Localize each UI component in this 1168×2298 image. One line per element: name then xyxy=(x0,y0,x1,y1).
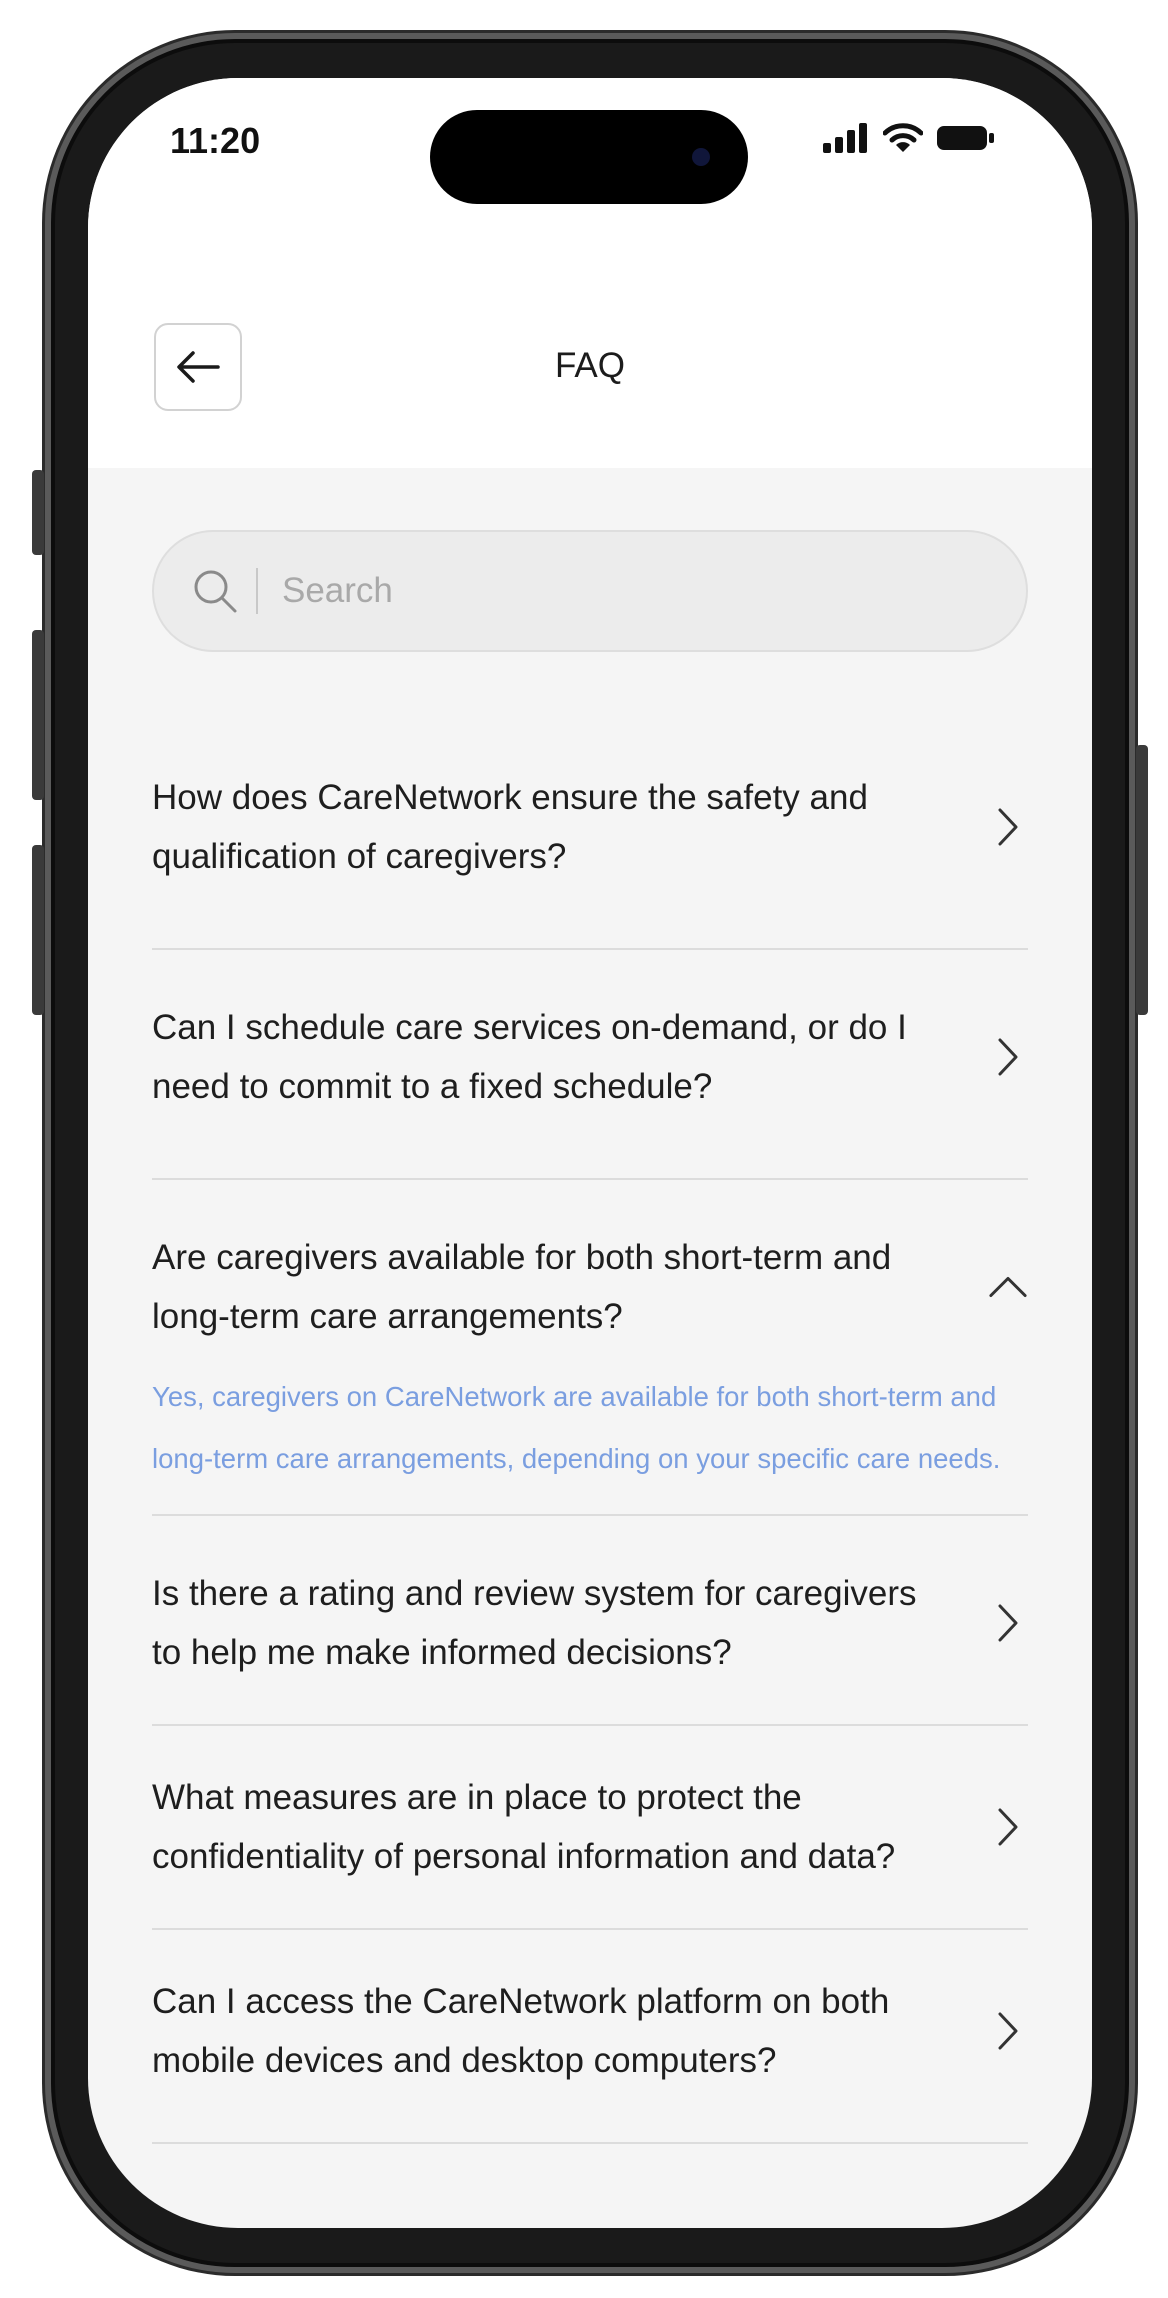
faq-item: Can I access the CareNetwork platform on… xyxy=(152,1930,1028,2144)
faq-item: What measures are in place to protect th… xyxy=(152,1726,1028,1930)
chevron-up-icon xyxy=(988,1275,1028,1299)
faq-list: How does CareNetwork ensure the safety a… xyxy=(152,708,1028,2144)
search-icon xyxy=(190,566,240,616)
page-title: FAQ xyxy=(554,346,626,385)
faq-question-row[interactable]: What measures are in place to protect th… xyxy=(152,1768,1028,1886)
volume-up-button xyxy=(32,630,44,800)
faq-item-expanded: Are caregivers available for both short-… xyxy=(152,1180,1028,1516)
status-bar: 11:20 xyxy=(88,78,1092,228)
header: FAQ xyxy=(88,228,1092,468)
wifi-icon xyxy=(883,123,923,152)
mute-switch xyxy=(32,470,44,555)
faq-question: What measures are in place to protect th… xyxy=(152,1778,896,1876)
dynamic-island xyxy=(430,110,748,204)
chevron-right-icon xyxy=(988,807,1028,847)
camera-icon xyxy=(692,148,710,166)
faq-question-row[interactable]: How does CareNetwork ensure the safety a… xyxy=(152,768,1028,886)
volume-down-button xyxy=(32,845,44,1015)
faq-question-row[interactable]: Is there a rating and review system for … xyxy=(152,1564,1028,1682)
screen: 11:20 FAQ Search How does CareNetwork en… xyxy=(88,78,1092,2228)
battery-icon xyxy=(937,126,994,150)
faq-question: Can I access the CareNetwork platform on… xyxy=(152,1982,890,2080)
faq-question-row[interactable]: Are caregivers available for both short-… xyxy=(152,1228,1028,1346)
faq-question-row[interactable]: Can I schedule care services on-demand, … xyxy=(152,998,1028,1116)
status-time: 11:20 xyxy=(170,120,261,161)
chevron-right-icon xyxy=(988,1603,1028,1643)
faq-question: Are caregivers available for both short-… xyxy=(152,1238,892,1336)
search-bar[interactable] xyxy=(152,530,1028,652)
chevron-right-icon xyxy=(988,1807,1028,1847)
search-divider xyxy=(256,568,258,614)
search-input[interactable] xyxy=(280,570,880,612)
status-icons xyxy=(823,118,995,158)
faq-answer: Yes, caregivers on CareNetwork are avail… xyxy=(152,1381,1001,1474)
faq-question: Is there a rating and review system for … xyxy=(152,1574,917,1672)
faq-item: Can I schedule care services on-demand, … xyxy=(152,950,1028,1180)
faq-question: How does CareNetwork ensure the safety a… xyxy=(152,778,868,876)
chevron-right-icon xyxy=(988,1037,1028,1077)
faq-item: Is there a rating and review system for … xyxy=(152,1516,1028,1726)
chevron-right-icon xyxy=(988,2011,1028,2051)
signal-icon xyxy=(823,123,867,153)
power-button xyxy=(1136,745,1148,1015)
faq-item: How does CareNetwork ensure the safety a… xyxy=(152,708,1028,950)
faq-question-row[interactable]: Can I access the CareNetwork platform on… xyxy=(152,1972,1028,2090)
faq-question: Can I schedule care services on-demand, … xyxy=(152,1008,907,1106)
